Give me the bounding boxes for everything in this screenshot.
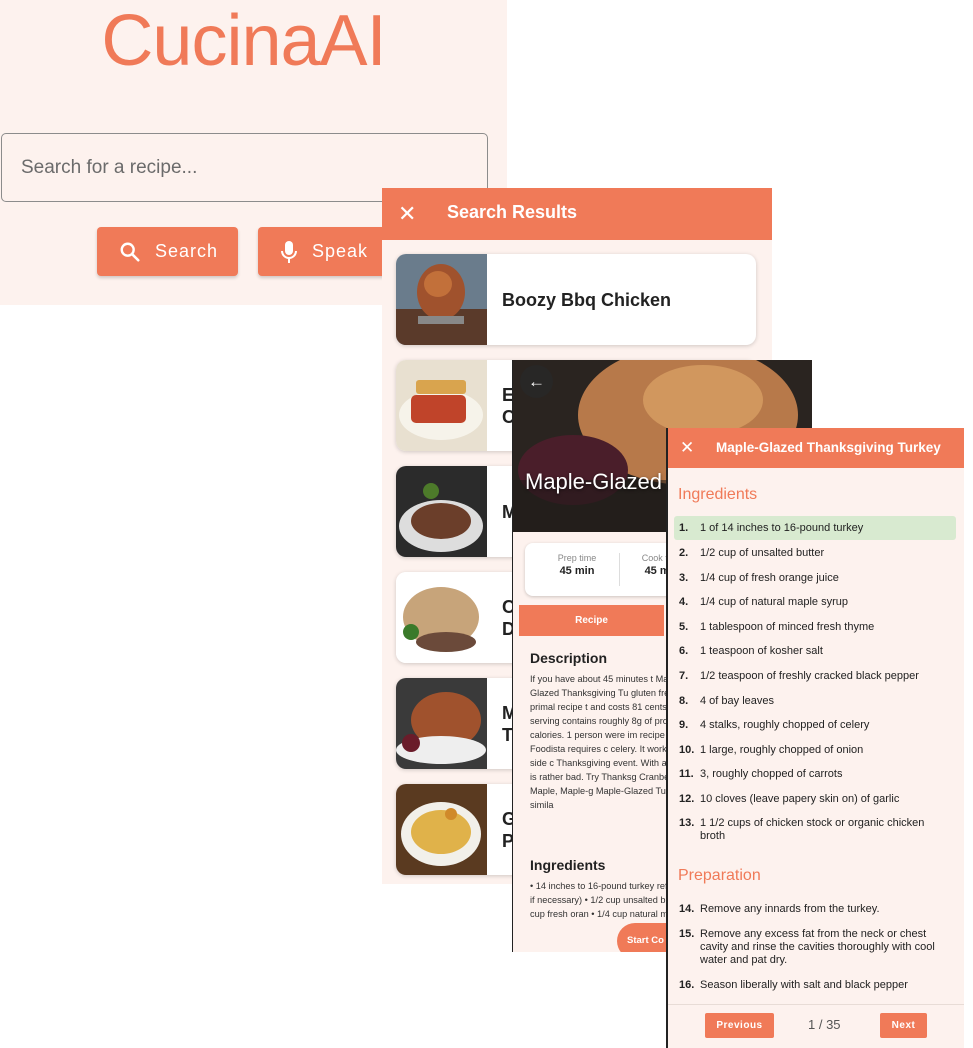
results-title: Search Results — [447, 202, 578, 222]
cooking-steps-screen: ✕ Maple-Glazed Thanksgiving Turkey Ingre… — [666, 428, 964, 1048]
microphone-icon — [281, 240, 297, 263]
step-number: 8. — [679, 695, 689, 707]
search-button[interactable]: Search — [97, 227, 238, 276]
previous-button[interactable]: Previous — [705, 1013, 774, 1038]
description-heading: Description — [530, 650, 608, 666]
step-number: 9. — [679, 719, 689, 731]
speak-button-label: Speak — [312, 241, 369, 261]
preparation-section-heading: Preparation — [678, 867, 761, 884]
step-text: 1 large, roughly chopped of onion — [700, 744, 864, 756]
step-number: 12. — [679, 793, 695, 805]
step-text: 1 1/2 cups of chicken stock or organic c… — [700, 817, 925, 842]
step-text: 4 of bay leaves — [700, 695, 774, 707]
step-text: 1 of 14 inches to 16-pound turkey — [700, 522, 864, 534]
step-item[interactable]: 6. 1 teaspoon of kosher salt — [674, 639, 956, 658]
search-icon — [120, 242, 140, 262]
recipe-thumbnail — [396, 678, 487, 769]
step-text: 1 tablespoon of minced fresh thyme — [700, 621, 875, 633]
step-item[interactable]: 2. 1/2 cup of unsalted butter — [674, 541, 956, 560]
recipe-thumbnail — [396, 784, 487, 875]
recipe-thumbnail — [396, 254, 487, 345]
step-item[interactable]: 8. 4 of bay leaves — [674, 689, 956, 708]
step-text: 3, roughly chopped of carrots — [700, 768, 843, 780]
close-icon[interactable]: ✕ — [680, 438, 694, 458]
step-text: 1/2 cup of unsalted butter — [700, 547, 825, 559]
step-number: 13. — [679, 817, 695, 829]
steps-footer: Previous 1 / 35 Next — [668, 1004, 964, 1048]
step-item[interactable]: 5. 1 tablespoon of minced fresh thyme — [674, 615, 956, 634]
close-icon[interactable]: ✕ — [398, 202, 420, 226]
step-number: 5. — [679, 621, 689, 633]
step-text: 1/4 cup of natural maple syrup — [700, 596, 848, 608]
result-card[interactable]: Boozy Bbq Chicken — [396, 254, 756, 345]
step-number: 15. — [679, 928, 695, 940]
recipe-name: Boozy Bbq Chicken — [502, 289, 672, 310]
tab-recipe[interactable]: Recipe — [519, 605, 664, 636]
step-item[interactable]: 12. 10 cloves (leave papery skin on) of g… — [674, 787, 956, 806]
next-button[interactable]: Next — [880, 1013, 927, 1038]
step-number: 11. — [679, 768, 694, 780]
prep-time-label: Prep time — [557, 553, 597, 563]
step-number: 10. — [679, 744, 695, 756]
step-text: 1/4 cup of fresh orange juice — [700, 572, 839, 584]
step-number: 14. — [679, 903, 695, 915]
step-text: 10 cloves (leave papery skin on) of garl… — [700, 793, 900, 805]
step-number: 6. — [679, 645, 689, 657]
step-text: Remove any excess fat from the neck or c… — [700, 928, 935, 966]
divider — [619, 553, 620, 586]
speak-button[interactable]: Speak — [258, 227, 388, 276]
step-number: 7. — [679, 670, 689, 682]
steps-title: Maple-Glazed Thanksgiving Turkey — [716, 440, 941, 455]
step-item[interactable]: 10. 1 large, roughly chopped of onion — [674, 738, 956, 757]
prep-time: Prep time 45 min — [537, 553, 617, 577]
step-item[interactable]: 3. 1/4 cup of fresh orange juice — [674, 566, 956, 585]
prep-time-value: 45 min — [559, 565, 595, 577]
page-indicator: 1 / 35 — [808, 1017, 841, 1032]
step-number: 4. — [679, 596, 689, 608]
steps-topbar: ✕ Maple-Glazed Thanksgiving Turkey — [668, 428, 964, 468]
step-item[interactable]: 9. 4 stalks, roughly chopped of celery — [674, 713, 956, 732]
step-number: 16. — [679, 979, 695, 991]
step-item[interactable]: 7. 1/2 teaspoon of freshly cracked black … — [674, 664, 956, 683]
step-item[interactable]: 13. 1 1/2 cups of chicken stock or organi… — [674, 811, 956, 843]
results-topbar: ✕ Search Results — [382, 188, 772, 240]
step-text: 1 teaspoon of kosher salt — [700, 645, 823, 657]
step-item[interactable]: 11. 3, roughly chopped of carrots — [674, 762, 956, 781]
step-text: Remove any innards from the turkey. — [700, 903, 880, 915]
step-text: 1/2 teaspoon of freshly cracked black pe… — [700, 670, 919, 682]
step-item[interactable]: 16. Season liberally with salt and black … — [674, 973, 956, 992]
step-item[interactable]: 15. Remove any excess fat from the neck o… — [674, 922, 956, 967]
step-text: 4 stalks, roughly chopped of celery — [700, 719, 870, 731]
step-item[interactable]: 4. 1/4 cup of natural maple syrup — [674, 590, 956, 609]
step-item[interactable]: 14. Remove any innards from the turkey. — [674, 897, 956, 916]
step-number: 3. — [679, 572, 689, 584]
back-arrow-icon[interactable]: ← — [520, 365, 553, 398]
search-button-label: Search — [155, 241, 219, 261]
ingredients-heading: Ingredients — [530, 857, 606, 873]
step-number: 2. — [679, 547, 689, 559]
ingredients-section-heading: Ingredients — [678, 486, 758, 503]
recipe-thumbnail — [396, 466, 487, 557]
step-number: 1. — [679, 522, 689, 534]
app-logo: CucinaAI — [101, 1, 386, 81]
recipe-thumbnail — [396, 360, 487, 451]
step-item[interactable]: 1. 1 of 14 inches to 16-pound turkey — [674, 516, 956, 540]
step-text: Season liberally with salt and black pep… — [700, 979, 908, 991]
recipe-thumbnail — [396, 572, 487, 663]
